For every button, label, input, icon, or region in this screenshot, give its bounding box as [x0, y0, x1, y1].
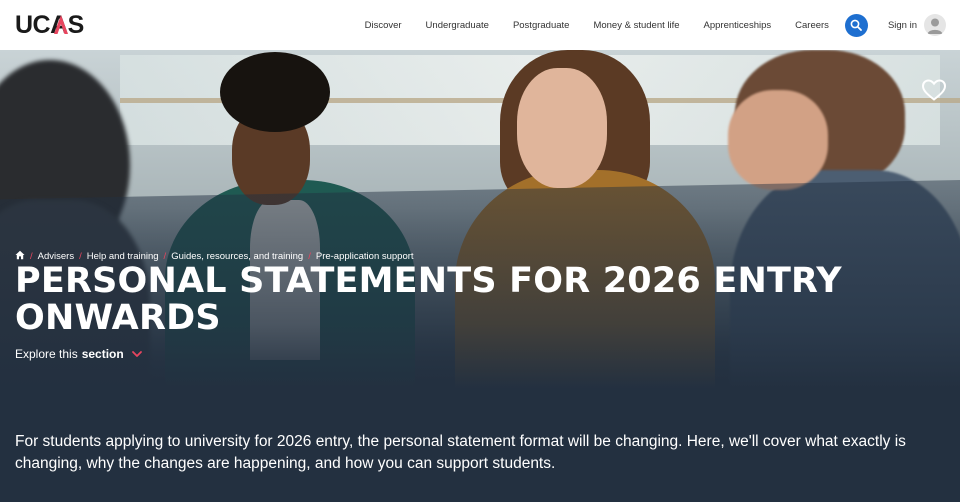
- nav-item-undergraduate[interactable]: Undergraduate: [426, 20, 489, 31]
- nav-item-money-student-life[interactable]: Money & student life: [593, 20, 679, 31]
- explore-section-dropdown[interactable]: Explore this section: [15, 347, 143, 361]
- page-title: PERSONAL STATEMENTS FOR 2026 ENTRY ONWAR…: [15, 261, 842, 338]
- nav-item-discover[interactable]: Discover: [365, 20, 402, 31]
- svg-text:UCAS: UCAS: [15, 12, 84, 36]
- intro-paragraph: For students applying to university for …: [15, 432, 906, 472]
- nav-item-apprenticeships[interactable]: Apprenticeships: [704, 20, 772, 31]
- home-icon: [15, 250, 25, 260]
- ucas-logo[interactable]: UCAS: [15, 12, 93, 36]
- hero-photo-person-2-face: [517, 68, 607, 188]
- chevron-down-icon: [131, 351, 142, 357]
- sign-in-label: Sign in: [887, 19, 917, 31]
- heart-icon: [921, 79, 947, 101]
- explore-prefix: Explore this: [15, 347, 78, 361]
- top-navigation-bar: UCAS Discover Undergraduate Postgraduate…: [0, 0, 960, 50]
- explore-bold: section: [81, 347, 124, 361]
- nav-item-postgraduate[interactable]: Postgraduate: [513, 20, 570, 31]
- hero-photo-person-1-hair: [220, 52, 330, 132]
- search-button[interactable]: [844, 13, 868, 37]
- main-nav: Discover Undergraduate Postgraduate Mone…: [365, 0, 960, 50]
- hero-photo-person-3-face: [728, 90, 828, 190]
- nav-item-careers[interactable]: Careers: [795, 20, 829, 31]
- user-avatar-icon: [924, 14, 946, 36]
- favourite-button[interactable]: [921, 78, 947, 107]
- search-icon: [851, 19, 863, 31]
- sign-in-button[interactable]: Sign in: [888, 14, 946, 36]
- ucas-logo-mark: UCAS: [15, 12, 84, 36]
